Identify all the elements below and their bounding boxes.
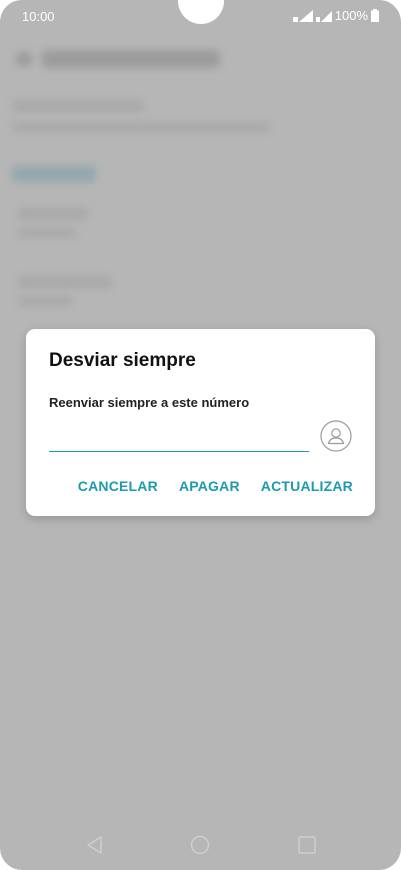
item-shape — [18, 228, 76, 238]
item-shape — [18, 296, 72, 306]
status-time: 10:00 — [22, 9, 55, 24]
home-icon[interactable] — [189, 834, 211, 856]
status-icons: 100% — [292, 8, 379, 23]
signal-icon — [315, 10, 332, 22]
dialog-label: Reenviar siempre a este número — [49, 395, 250, 410]
status-bar: 10:00 100% — [0, 0, 401, 30]
section-header-shape — [12, 166, 96, 182]
item-shape — [18, 208, 88, 220]
cancel-button[interactable]: CANCELAR — [78, 478, 158, 494]
item-shape — [12, 100, 144, 112]
turn-off-button[interactable]: APAGAR — [179, 478, 240, 494]
back-arrow-shape — [16, 52, 32, 66]
navigation-bar — [0, 826, 401, 866]
dialog-title: Desviar siempre — [49, 350, 196, 371]
call-forward-dialog: Desviar siempre Reenviar siempre a este … — [26, 329, 375, 516]
header-title-shape — [42, 50, 220, 68]
update-button[interactable]: ACTUALIZAR — [261, 478, 353, 494]
phone-number-input[interactable] — [49, 425, 309, 452]
recents-icon[interactable] — [296, 834, 318, 856]
camera-notch — [178, 0, 224, 24]
item-shape — [18, 276, 112, 288]
dialog-actions: CANCELAR APAGAR ACTUALIZAR — [78, 478, 353, 494]
item-shape — [12, 122, 270, 132]
phone-screen: 10:00 100% Desviar siempre Reenviar siem… — [0, 0, 401, 870]
back-icon[interactable] — [84, 834, 106, 856]
contact-icon[interactable] — [320, 420, 352, 452]
battery-percent: 100% — [334, 8, 368, 23]
wifi-icon — [292, 9, 313, 22]
battery-icon — [371, 9, 379, 22]
